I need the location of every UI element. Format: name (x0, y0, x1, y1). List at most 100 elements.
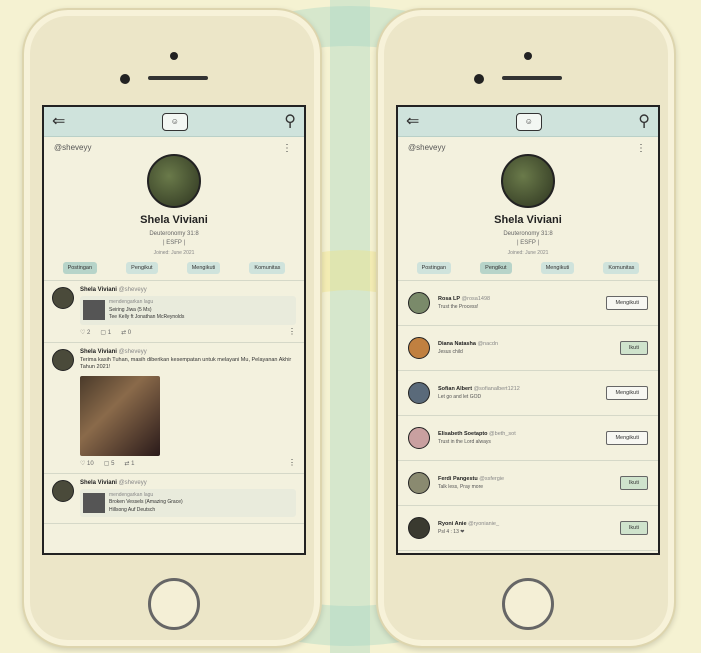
home-button[interactable] (502, 578, 554, 630)
share-button[interactable]: ⇄ 1 (124, 460, 134, 467)
post-handle: @sheveyy (118, 348, 147, 355)
bio-line-1: Deuteronomy 31:8 (503, 231, 553, 237)
album-thumbnail (83, 493, 105, 514)
post-text: Terima kasih Tuhan, masih diberikan kese… (80, 356, 292, 371)
follower-row[interactable]: Diana Natasha @nacdn Jesus child Ikuti (398, 326, 658, 371)
more-options-icon[interactable]: ⋮ (288, 327, 296, 336)
back-arrow-icon[interactable]: ⇐ (406, 113, 419, 130)
post-author[interactable]: Shela Viviani (80, 349, 117, 355)
profile-bio: Deuteronomy 31:8 | ESFP | (398, 230, 658, 248)
follower-bio: Trust in the Lord always (438, 439, 491, 445)
post-avatar[interactable] (52, 479, 74, 502)
follower-name[interactable]: Ferdi Pangestu (438, 476, 478, 482)
follower-name[interactable]: Ryoni Anie (438, 521, 467, 527)
follower-avatar[interactable] (408, 427, 430, 449)
post-handle: @sheveyy (118, 287, 147, 293)
home-button[interactable] (148, 578, 200, 630)
tab-mengikuti[interactable]: Mengikuti (186, 262, 221, 274)
speaker-grille (502, 76, 562, 80)
post-author[interactable]: Shela Viviani (80, 287, 117, 293)
follower-avatar[interactable] (408, 337, 430, 359)
post-handle: @sheveyy (118, 479, 147, 486)
post-item[interactable]: Shela Viviani @sheveyy mendengarkan lagu… (44, 474, 304, 525)
more-options-icon[interactable]: ⋮ (636, 143, 646, 154)
comment-button[interactable]: ▢ 5 (104, 460, 115, 467)
album-thumbnail (83, 300, 105, 321)
tab-mengikuti[interactable]: Mengikuti (540, 262, 575, 274)
profile-name: Shela Viviani (140, 214, 208, 226)
screen-followers: ⇐ ☺ ⚲ @sheveyy ⋮ Shela Viviani Deuterono… (396, 105, 660, 555)
follower-avatar[interactable] (408, 472, 430, 494)
following-button[interactable]: Mengikuti (606, 386, 648, 400)
follower-name[interactable]: Rosa LP (438, 296, 460, 302)
screen-profile-posts: ⇐ ☺ ⚲ @sheveyy ⋮ Shela Viviani Deuterono… (42, 105, 306, 555)
like-button[interactable]: ♡ 2 (80, 329, 90, 336)
camera-dot (120, 74, 130, 84)
follower-handle: @nacdn (477, 341, 499, 347)
like-count: 2 (87, 329, 91, 336)
follower-row[interactable]: Rosa LP @rosa1498 Trust the Process! Men… (398, 281, 658, 326)
follower-row[interactable]: Sofian Albert @sofianalbert1212 Let go a… (398, 371, 658, 416)
follower-name[interactable]: Elisabeth Soetapto (438, 431, 488, 437)
post-author[interactable]: Shela Viviani (80, 480, 117, 486)
top-bar: ⇐ ☺ ⚲ (44, 107, 304, 137)
music-card[interactable]: mendengarkan lagu Seiring Jiwa (5 Ms) Te… (80, 296, 296, 325)
share-button[interactable]: ⇄ 0 (121, 329, 131, 336)
bio-line-1: Deuteronomy 31:8 (149, 231, 199, 237)
follower-bio: Trust the Process! (438, 304, 479, 310)
search-icon[interactable]: ⚲ (284, 113, 296, 130)
tab-pengikut[interactable]: Pengikut (126, 262, 158, 274)
follower-bio: Jesus child (438, 349, 463, 355)
tab-pengikut[interactable]: Pengikut (480, 262, 512, 274)
app-logo: ☺ (161, 112, 188, 131)
post-item[interactable]: Shela Viviani @sheveyy Terima kasih Tuha… (44, 343, 304, 474)
profile-name: Shela Viviani (494, 214, 562, 226)
tab-postingan[interactable]: Postingan (416, 262, 452, 274)
profile-avatar (147, 154, 201, 208)
share-count: 1 (131, 460, 135, 467)
following-button[interactable]: Mengikuti (606, 296, 648, 310)
follower-row[interactable]: Ryoni Anie @ryonianie_ Psl 4 : 13 ❤ Ikut… (398, 506, 658, 551)
follower-row[interactable]: Ferdi Pangestu @ssfergie Talk less, Pray… (398, 461, 658, 506)
follower-avatar[interactable] (408, 292, 430, 314)
follower-handle: @ryonianie_ (468, 521, 500, 527)
more-options-icon[interactable]: ⋮ (288, 458, 296, 467)
follower-avatar[interactable] (408, 382, 430, 404)
share-count: 0 (127, 329, 132, 336)
back-arrow-icon[interactable]: ⇐ (52, 113, 65, 130)
phone-right: ⇐ ☺ ⚲ @sheveyy ⋮ Shela Viviani Deuterono… (376, 8, 676, 648)
tab-komunitas[interactable]: Komunitas (249, 262, 286, 274)
follower-avatar[interactable] (408, 517, 430, 539)
follower-row[interactable]: Elisabeth Soetapto @beth_sot Trust in th… (398, 416, 658, 461)
follower-handle: @beth_sot (489, 431, 516, 437)
follower-name[interactable]: Diana Natasha (438, 341, 476, 347)
post-avatar[interactable] (52, 287, 74, 309)
profile-avatar (501, 154, 555, 208)
follower-bio: Let go and let GOD (438, 394, 482, 400)
like-button[interactable]: ♡ 10 (80, 460, 94, 467)
song-artist: Hillsong Auf Deutsch (109, 506, 156, 513)
follow-button[interactable]: Ikuti (619, 341, 648, 355)
more-options-icon[interactable]: ⋮ (282, 143, 292, 154)
profile-bio: Deuteronomy 31:8 | ESFP | (44, 230, 304, 248)
follower-name[interactable]: Sofian Albert (438, 386, 472, 392)
song-artist: Tee Kelly ft Jonathan McReynolds (109, 314, 185, 320)
search-icon[interactable]: ⚲ (638, 113, 650, 130)
comment-button[interactable]: ▢ 1 (100, 329, 111, 336)
tab-postingan[interactable]: Postingan (62, 262, 98, 274)
like-count: 10 (87, 460, 94, 467)
profile-handle: @sheveyy (54, 143, 92, 152)
profile-handle: @sheveyy (408, 143, 446, 152)
follow-button[interactable]: Ikuti (619, 521, 648, 535)
post-actions: ♡ 10 ▢ 5 ⇄ 1 (80, 460, 296, 467)
app-logo: ☺ (515, 112, 542, 131)
post-item[interactable]: Shela Viviani @sheveyy mendengarkan lagu… (44, 281, 304, 343)
post-photo[interactable] (80, 375, 160, 456)
comment-count: 5 (111, 460, 115, 467)
follow-button[interactable]: Ikuti (619, 476, 648, 490)
post-avatar[interactable] (52, 348, 74, 371)
music-card[interactable]: mendengarkan lagu Broken Vessels (Amazin… (80, 488, 296, 518)
following-button[interactable]: Mengikuti (606, 431, 648, 445)
tab-komunitas[interactable]: Komunitas (603, 262, 640, 274)
song-title: Broken Vessels (Amazing Grace) (109, 499, 183, 506)
